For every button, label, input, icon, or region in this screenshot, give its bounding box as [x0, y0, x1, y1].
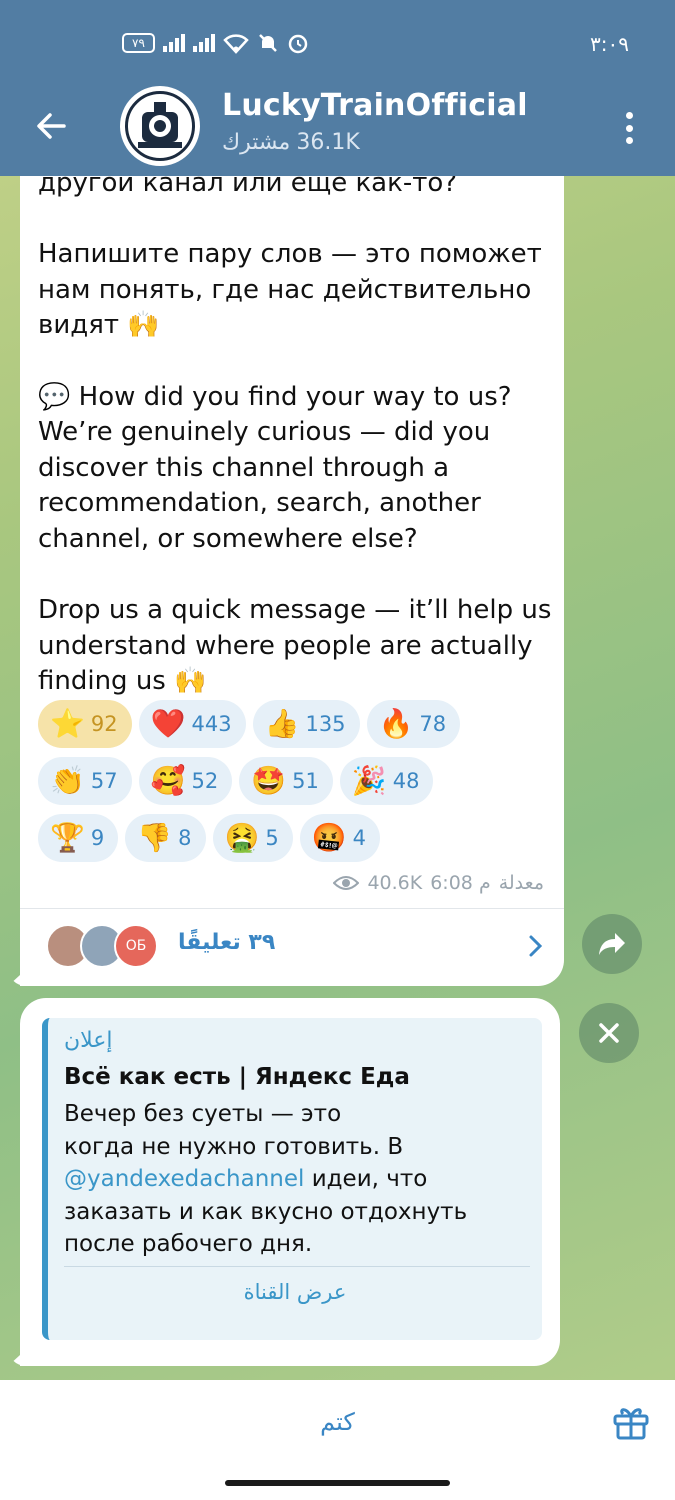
- reaction-star[interactable]: ⭐ 92: [38, 700, 132, 748]
- chat-header: LuckyTrainOfficial مشترك 36.1K: [0, 86, 675, 176]
- reaction-fire[interactable]: 🔥 78: [366, 700, 461, 748]
- channel-title[interactable]: LuckyTrainOfficial: [222, 88, 528, 123]
- ad-card[interactable]: إعلان Всё как есть | Яндекс Еда Вечер бе…: [42, 1018, 542, 1340]
- reaction-party[interactable]: 🎉 48: [339, 757, 434, 805]
- reaction-vomit[interactable]: 🤮 5: [212, 814, 293, 862]
- edited-label: معدلة: [498, 872, 544, 894]
- reactions-panel: ⭐ 92 ❤️ 443 👍 135 🔥 78 👏 57 🥰 52 🤩 51 🎉 48 🏆 9 👎 8…: [38, 700, 558, 871]
- reactions-row: 👏 57 🥰 52 🤩 51 🎉 48: [38, 757, 558, 805]
- reaction-star-struck[interactable]: 🤩 51: [239, 757, 333, 805]
- signal-icon: [162, 34, 185, 52]
- close-ad-button[interactable]: [579, 1003, 639, 1063]
- back-arrow-icon[interactable]: [30, 104, 74, 148]
- channel-avatar[interactable]: [120, 86, 200, 166]
- sponsored-message: إعلان Всё как есть | Яндекс Еда Вечер бе…: [20, 998, 560, 1366]
- signal-icon-2: [192, 34, 215, 52]
- reaction-thumbs-up[interactable]: 👍 135: [252, 700, 360, 748]
- reactions-row: 🏆 9 👎 8 🤮 5 🤬 4: [38, 814, 558, 862]
- share-arrow-icon: [599, 933, 625, 955]
- wifi-icon: [223, 34, 249, 54]
- reaction-clap[interactable]: 👏 57: [38, 757, 132, 805]
- divider: [20, 908, 564, 909]
- status-bar: ٧٩ ٣:٠٩: [0, 0, 675, 88]
- train-logo-icon: [125, 91, 195, 161]
- comments-button[interactable]: ОБ ٣٩ تعليقًا: [20, 916, 564, 976]
- mute-button[interactable]: كتم: [0, 1408, 675, 1436]
- chevron-right-icon: [529, 935, 543, 957]
- alarm-icon: [288, 34, 308, 54]
- comments-label: ٣٩ تعليقًا: [178, 930, 276, 955]
- ad-channel-link[interactable]: @yandexedachannel: [64, 1166, 304, 1192]
- divider: [64, 1266, 530, 1267]
- reaction-smiling-hearts[interactable]: 🥰 52: [138, 757, 233, 805]
- subscriber-label: مشترك: [222, 130, 291, 155]
- bottom-bar: كتم: [0, 1380, 675, 1500]
- message-text: другой канал или ещё как-то? Напишите па…: [38, 176, 552, 697]
- status-icons: ٧٩: [122, 32, 309, 54]
- reactions-row: ⭐ 92 ❤️ 443 👍 135 🔥 78: [38, 700, 558, 748]
- close-icon: [599, 1023, 619, 1043]
- eye-icon: [333, 876, 360, 890]
- message-meta: 40.6K 6:08 م معدلة: [333, 872, 544, 894]
- mute-bell-icon: [259, 34, 277, 52]
- reaction-trophy[interactable]: 🏆 9: [38, 814, 119, 862]
- ad-title: Всё как есть | Яндекс Еда: [64, 1064, 410, 1090]
- battery-badge: ٧٩: [122, 33, 155, 53]
- message-bubble: другой канал или ещё как-то? Напишите па…: [20, 176, 564, 986]
- status-time: ٣:٠٩: [590, 32, 629, 56]
- reaction-heart[interactable]: ❤️ 443: [138, 700, 246, 748]
- subscriber-count: مشترك 36.1K: [222, 130, 360, 155]
- view-count: 40.6K: [367, 872, 423, 894]
- subscriber-number: 36.1K: [296, 130, 360, 155]
- ad-body: Вечер без суеты — это когда не нужно гот…: [64, 1101, 468, 1257]
- gift-icon[interactable]: [611, 1402, 651, 1442]
- more-menu-icon[interactable]: [617, 108, 641, 148]
- home-indicator: [225, 1480, 450, 1486]
- ad-label: إعلان: [64, 1028, 113, 1053]
- view-channel-button[interactable]: عرض القناة: [48, 1280, 542, 1304]
- message-time: 6:08 م: [430, 872, 491, 894]
- share-button[interactable]: [582, 914, 642, 974]
- commenter-avatar: ОБ: [114, 924, 158, 968]
- reaction-cursing[interactable]: 🤬 4: [299, 814, 380, 862]
- reaction-thumbs-down[interactable]: 👎 8: [125, 814, 206, 862]
